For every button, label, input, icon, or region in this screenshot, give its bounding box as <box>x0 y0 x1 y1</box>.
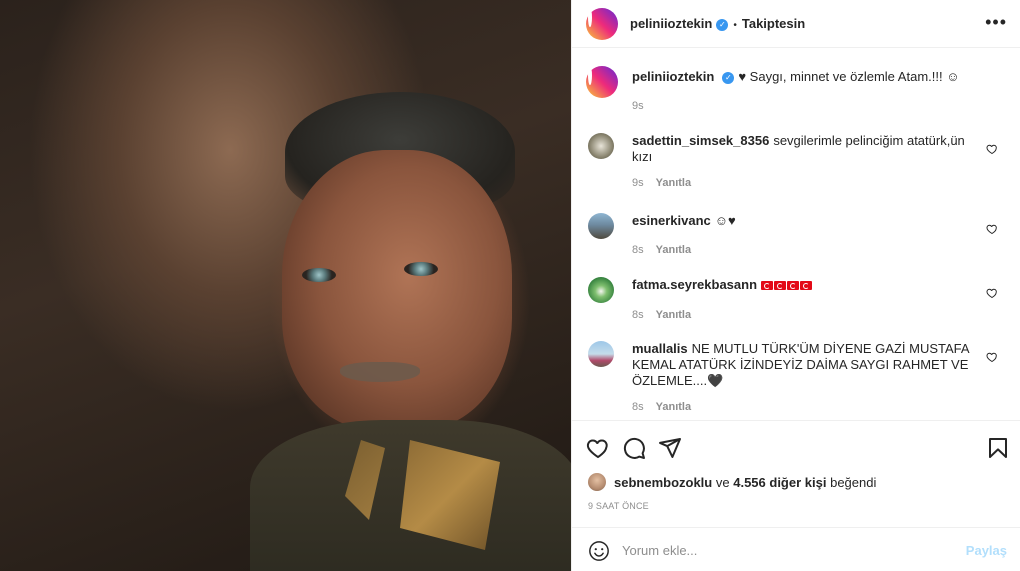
comment-item: esinerkivanc ☺♥ 8s Yanıtla <box>588 213 1008 258</box>
comment-item: fatma.seyrekbasann 8s Yanıtla <box>588 277 1008 323</box>
comment-username[interactable]: muallalis <box>632 341 688 356</box>
comment-like-heart-icon[interactable] <box>986 223 998 235</box>
reply-button[interactable]: Yanıtla <box>656 309 691 321</box>
comment-like-heart-icon[interactable] <box>986 143 998 155</box>
paper-plane-icon[interactable] <box>658 436 682 460</box>
post-comment-button[interactable]: Paylaş <box>966 543 1007 558</box>
photo-eye-left <box>302 268 336 282</box>
verified-badge-icon: ✓ <box>716 18 729 31</box>
comment-time[interactable]: 8s <box>632 401 644 413</box>
comment-username[interactable]: sadettin_simsek_8356 <box>632 133 769 148</box>
likes-summary: sebnembozoklu ve 4.556 diğer kişi beğend… <box>588 473 876 491</box>
photo-eye-right <box>404 262 438 276</box>
post-side-panel: peliniioztekin ✓ • Takiptesin ••• peliniioz… <box>571 0 1020 571</box>
liker-username[interactable]: sebnembozoklu <box>614 475 712 490</box>
comment-like-heart-icon[interactable] <box>986 287 998 299</box>
reply-button[interactable]: Yanıtla <box>656 244 691 256</box>
bookmark-icon[interactable] <box>986 436 1010 460</box>
comment-username[interactable]: esinerkivanc <box>632 213 711 228</box>
post-photo[interactable] <box>0 0 571 571</box>
reply-button[interactable]: Yanıtla <box>656 401 691 413</box>
author-avatar[interactable] <box>586 7 618 40</box>
follow-status[interactable]: Takiptesin <box>742 16 805 31</box>
commenter-avatar[interactable] <box>588 277 614 303</box>
post-modal: peliniioztekin ✓ • Takiptesin ••• peliniioz… <box>0 0 1020 571</box>
comments-list[interactable]: peliniioztekin ✓ ♥ Saygı, minnet ve özleml… <box>572 49 1020 421</box>
author-username[interactable]: peliniioztekin <box>630 16 712 31</box>
comment-icon[interactable] <box>622 436 646 460</box>
heart-icon[interactable] <box>586 436 610 460</box>
commenter-avatar[interactable] <box>588 133 614 159</box>
comment-time[interactable]: 8s <box>632 244 644 256</box>
photo-mustache <box>340 362 420 382</box>
caption-avatar[interactable] <box>586 66 618 98</box>
caption-text: ♥ Saygı, minnet ve özlemle Atam.!!! ☺ <box>738 69 960 84</box>
action-bar <box>572 422 1020 470</box>
commenter-avatar[interactable] <box>588 341 614 367</box>
add-comment-bar: Paylaş <box>572 527 1020 571</box>
likes-connector: ve <box>715 474 730 490</box>
photo-face <box>282 150 512 430</box>
comment-time[interactable]: 8s <box>632 309 644 321</box>
verified-badge-icon: ✓ <box>722 71 735 84</box>
post-timestamp[interactable]: 9 SAAT ÖNCE <box>588 501 649 511</box>
comment-like-heart-icon[interactable] <box>986 351 998 363</box>
comment-item: muallalis NE MUTLU TÜRK'ÜM DİYENE GAZİ MU… <box>588 341 1008 415</box>
comment-input[interactable] <box>622 538 952 562</box>
comment-time[interactable]: 9s <box>632 177 644 189</box>
separator-dot: • <box>733 20 737 31</box>
comment-text: ☺♥ <box>714 213 736 228</box>
post-caption: peliniioztekin ✓ ♥ Saygı, minnet ve özleml… <box>586 66 1006 114</box>
turkish-flag-emojis <box>761 278 813 294</box>
post-header: peliniioztekin ✓ • Takiptesin ••• <box>572 0 1020 48</box>
author-block: peliniioztekin ✓ • Takiptesin <box>630 16 805 31</box>
caption-time[interactable]: 9s <box>632 100 644 112</box>
comment-item: sadettin_simsek_8356 sevgilerimle pelinci… <box>588 133 1008 191</box>
smiley-icon[interactable] <box>588 540 610 562</box>
reply-button[interactable]: Yanıtla <box>656 177 691 189</box>
comment-username[interactable]: fatma.seyrekbasann <box>632 277 757 292</box>
more-options-icon[interactable]: ••• <box>985 12 1007 32</box>
liker-avatar[interactable] <box>588 473 606 491</box>
caption-username[interactable]: peliniioztekin <box>632 69 714 84</box>
commenter-avatar[interactable] <box>588 213 614 239</box>
likes-suffix: beğendi <box>830 474 877 490</box>
likes-others[interactable]: 4.556 diğer kişi <box>733 475 826 490</box>
